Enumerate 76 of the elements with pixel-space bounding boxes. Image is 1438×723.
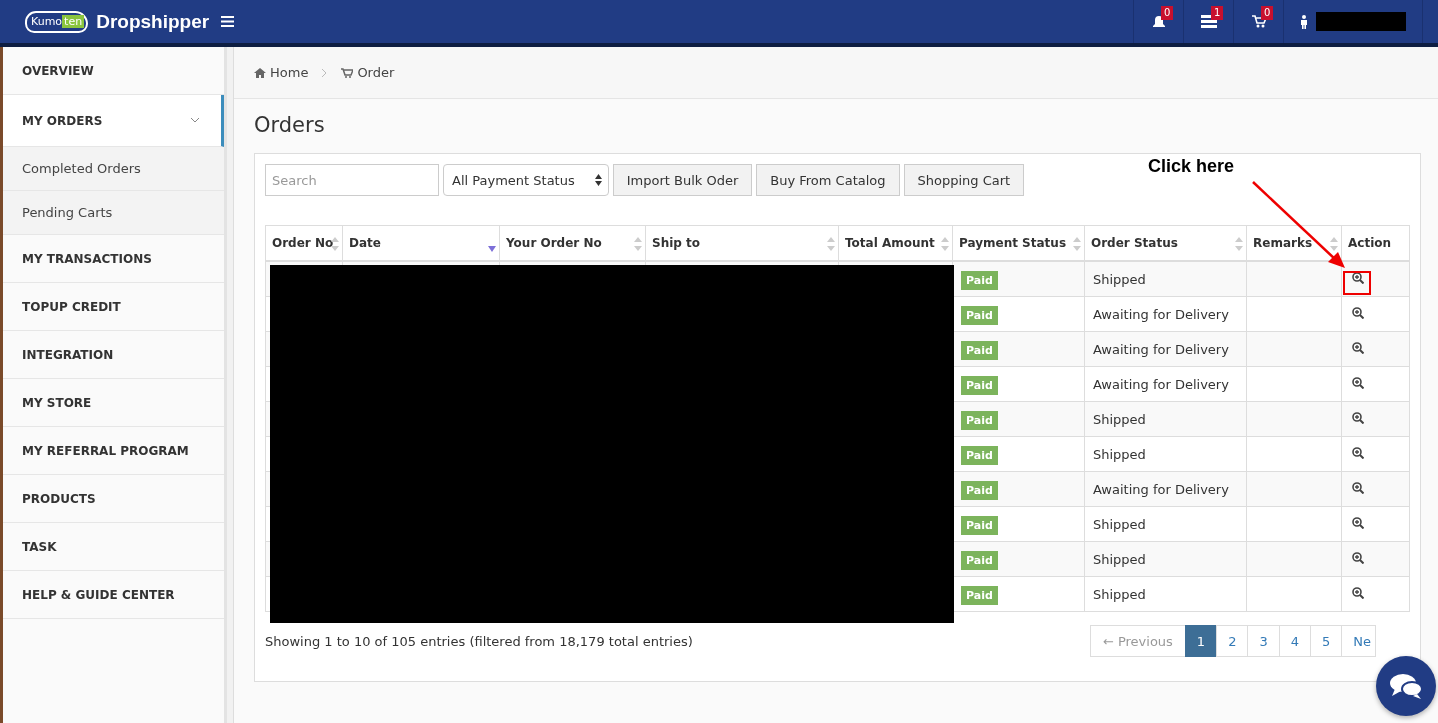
page-title: Orders [254,113,326,137]
menu-icon[interactable] [221,16,235,27]
sidebar-item[interactable]: MY ORDERS [3,95,224,147]
home-icon [254,67,266,78]
zoom-in-icon[interactable] [1352,376,1364,389]
sidebar-item[interactable]: MY REFERRAL PROGRAM [3,427,224,475]
notification-button[interactable]: 1 [1183,0,1233,43]
count-badge: 0 [1261,6,1274,20]
annotation-text: Click here [1148,156,1235,177]
page-link[interactable]: 3 [1247,625,1280,657]
sidebar-item[interactable]: MY TRANSACTIONS [3,235,224,283]
sidebar-subitem[interactable]: Completed Orders [3,147,224,191]
toolbar-button[interactable]: Shopping Cart [903,164,1025,196]
sidebar-item[interactable]: PRODUCTS [3,475,224,523]
status-label: Paid [961,410,998,430]
toolbar-button[interactable]: Import Bulk Oder [612,164,753,196]
status-label: Paid [961,375,998,395]
zoom-in-icon[interactable] [1352,481,1364,494]
table-cell: Shipped [1084,261,1247,297]
sidebar-subitem[interactable]: Pending Carts [3,191,224,235]
entries-info: Showing 1 to 10 of 105 entries (filtered from 18,179 total entries) [265,633,693,649]
breadcrumb-link[interactable]: Home [270,65,309,80]
sort-icon[interactable] [331,237,339,251]
sidebar-item[interactable]: TASK [3,523,224,571]
notification-button[interactable]: 0 [1233,0,1283,43]
status-label: Paid [961,585,998,605]
next-link[interactable]: Ne [1341,625,1376,657]
toolbar-button[interactable]: Buy From Catalog [756,164,900,196]
zoom-in-icon[interactable] [1352,271,1364,284]
zoom-in-icon[interactable] [1352,341,1364,354]
search-field[interactable]: Search [265,164,439,196]
sidebar-item[interactable]: INTEGRATION [3,331,224,379]
cart-icon [1251,15,1266,28]
table-cell: Awaiting for Delivery [1084,331,1247,367]
status-label: Paid [961,480,998,500]
logo: Kumo ten [25,10,89,33]
table-cell: Awaiting for Delivery [1084,366,1247,402]
chevron-right-icon [322,68,328,77]
user-icon[interactable] [1300,14,1308,29]
page-link[interactable]: 2 [1216,625,1249,657]
zoom-in-icon[interactable] [1352,411,1364,424]
chevron-down-icon [191,118,199,123]
highlight-box [1343,271,1371,295]
count-badge: 1 [1211,6,1224,20]
table-cell: Shipped [1084,576,1247,612]
dropdown-arrows-icon [594,174,602,186]
count-badge: 0 [1161,6,1174,20]
table-cell: Awaiting for Delivery [1084,296,1247,332]
sort-descending-icon[interactable] [488,246,496,252]
table-cell: Shipped [1084,401,1247,437]
sidebar-item[interactable]: HELP & GUIDE CENTER [3,571,224,619]
bell-icon [1151,14,1166,29]
sidebar-item[interactable]: MY STORE [3,379,224,427]
status-label: Paid [961,270,998,290]
sidebar-item[interactable]: TOPUP CREDIT [3,283,224,331]
zoom-in-icon[interactable] [1352,306,1364,319]
table-cell: Awaiting for Delivery [1084,471,1247,507]
status-label: Paid [961,515,998,535]
table-cell: Shipped [1084,541,1247,577]
brand-name: Dropshipper [96,10,210,33]
status-label: Paid [961,305,998,325]
table-cell: Shipped [1084,506,1247,542]
status-label: Paid [961,445,998,465]
page-link[interactable]: 4 [1278,625,1311,657]
chat-icon [1389,672,1423,700]
notification-button[interactable]: 0 [1133,0,1183,43]
zoom-in-icon[interactable] [1352,446,1364,459]
status-label: Paid [961,550,998,570]
status-label: Paid [961,340,998,360]
zoom-in-icon[interactable] [1352,586,1364,599]
table-cell: Shipped [1084,436,1247,472]
zoom-in-icon[interactable] [1352,551,1364,564]
zoom-in-icon[interactable] [1352,516,1364,529]
cart-icon [341,67,354,78]
breadcrumb-link[interactable]: Order [357,65,395,80]
payment-status-dropdown[interactable]: All Payment Status [443,164,609,196]
